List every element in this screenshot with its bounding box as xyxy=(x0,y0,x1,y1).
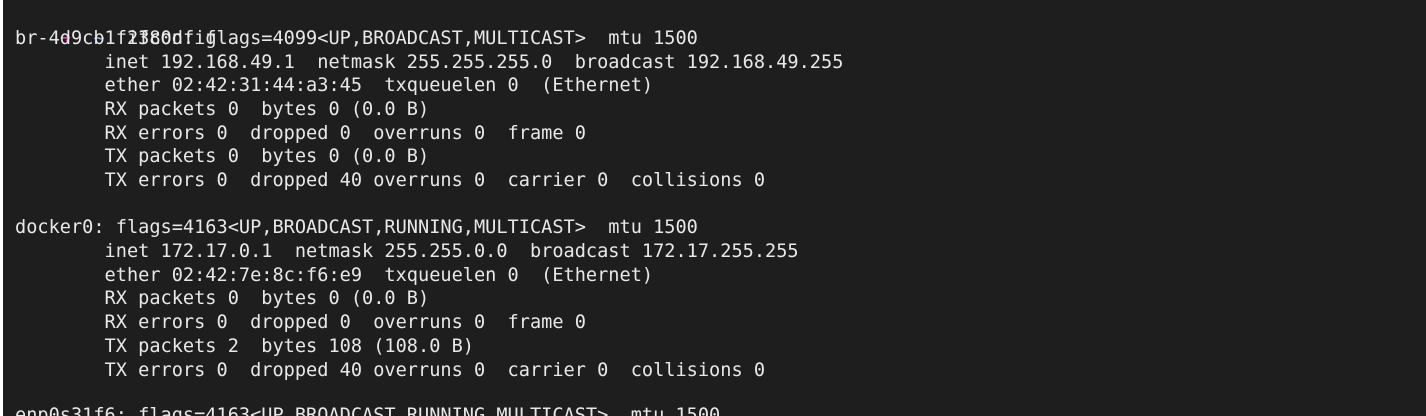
interface-detail-line: TX packets 2 bytes 108 (108.0 B) xyxy=(15,336,474,357)
interface-detail-line: ether 02:42:31:44:a3:45 txqueuelen 0 (Et… xyxy=(15,75,654,96)
interface-detail-line: RX errors 0 dropped 0 overruns 0 frame 0 xyxy=(15,312,586,333)
interface-detail-line: TX packets 0 bytes 0 (0.0 B) xyxy=(15,146,430,167)
interface-detail-line: RX packets 0 bytes 0 (0.0 B) xyxy=(15,288,430,309)
interface-detail-line: TX errors 0 dropped 40 overruns 0 carrie… xyxy=(15,360,766,381)
interface-detail-line: TX errors 0 dropped 40 overruns 0 carrie… xyxy=(15,170,766,191)
interface-header: docker0: flags=4163<UP,BROADCAST,RUNNING… xyxy=(15,217,698,238)
interface-detail-line: ether 02:42:7e:8c:f6:e9 txqueuelen 0 (Et… xyxy=(15,265,654,286)
terminal-window[interactable]: ➜ ~ ifconfig br-4d9cb1f2380d: flags=4099… xyxy=(3,0,1426,416)
interface-detail-line: RX errors 0 dropped 0 overruns 0 frame 0 xyxy=(15,123,586,144)
interface-detail-line: RX packets 0 bytes 0 (0.0 B) xyxy=(15,99,430,120)
interface-detail-line: inet 172.17.0.1 netmask 255.255.0.0 broa… xyxy=(15,241,799,262)
interface-detail-line: inet 192.168.49.1 netmask 255.255.255.0 … xyxy=(15,52,844,73)
interface-header: br-4d9cb1f2380d: flags=4099<UP,BROADCAST… xyxy=(15,28,698,49)
partial-interface-header: enp0s31f6: flags=4163<UP,BROADCAST,RUNNI… xyxy=(15,405,721,416)
